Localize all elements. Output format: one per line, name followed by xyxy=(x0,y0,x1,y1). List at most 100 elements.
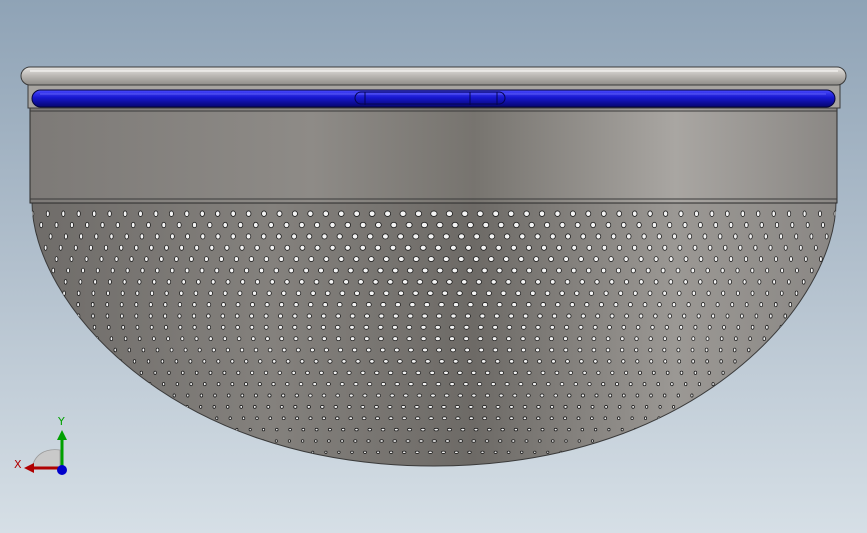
perforation-hole xyxy=(510,244,517,251)
perforation-hole xyxy=(683,279,688,285)
perforation-hole xyxy=(284,279,290,285)
perforation-hole xyxy=(216,359,221,364)
perforation-hole xyxy=(379,439,384,443)
perforation-hole xyxy=(164,324,168,330)
perforation-hole xyxy=(39,256,44,262)
perforation-hole xyxy=(679,370,684,375)
perforation-hole xyxy=(184,267,190,274)
perforation-hole xyxy=(638,313,644,319)
perforation-hole xyxy=(748,233,753,240)
perforation-hole xyxy=(149,244,154,251)
perforation-hole xyxy=(368,256,375,262)
perforation-hole xyxy=(431,279,438,285)
perforation-hole xyxy=(477,324,484,330)
perforation-hole xyxy=(241,416,246,420)
perforation-hole xyxy=(410,359,417,364)
perforation-hole xyxy=(596,370,601,375)
perforation-hole xyxy=(362,393,368,398)
perforation-hole xyxy=(353,382,359,387)
perforation-hole xyxy=(95,267,100,274)
perforation-hole xyxy=(492,210,500,217)
perforation-hole xyxy=(179,244,184,251)
perforation-hole xyxy=(79,233,84,240)
perforation-hole xyxy=(535,324,541,330)
perforation-hole xyxy=(436,347,443,353)
perforation-hole xyxy=(343,279,350,285)
perforation-hole xyxy=(192,324,197,330)
perforation-hole xyxy=(569,210,576,217)
perforation-hole xyxy=(701,302,706,308)
perforation-hole xyxy=(186,393,190,398)
perforation-hole xyxy=(747,347,751,353)
perforation-hole xyxy=(351,302,358,308)
perforation-hole xyxy=(619,347,625,353)
perforation-hole xyxy=(523,210,530,217)
perforation-hole xyxy=(651,221,657,229)
perforation-hole xyxy=(722,324,726,330)
perforation-hole xyxy=(54,221,59,229)
perforation-hole xyxy=(653,256,659,262)
perforation-hole xyxy=(397,233,404,240)
triad-plane-icon xyxy=(31,449,61,470)
perforation-hole xyxy=(267,347,273,353)
perforation-hole xyxy=(450,313,457,319)
perforation-hole xyxy=(214,267,220,274)
perforation-hole xyxy=(798,244,803,251)
perforation-hole xyxy=(421,313,428,319)
perforation-hole xyxy=(458,439,464,443)
perforation-hole xyxy=(237,290,243,296)
perforation-hole xyxy=(364,313,370,319)
perforation-hole xyxy=(670,382,674,387)
perforation-hole xyxy=(682,313,687,319)
perforation-hole xyxy=(308,416,313,420)
perforation-hole xyxy=(512,370,518,375)
perforation-hole xyxy=(152,336,156,342)
perforation-hole xyxy=(185,233,191,240)
perforation-hole xyxy=(567,427,571,432)
perforation-hole xyxy=(621,324,627,330)
perforation-hole xyxy=(76,302,80,308)
perforation-hole xyxy=(164,290,169,296)
perforation-hole xyxy=(144,256,149,262)
perforation-hole xyxy=(110,267,115,274)
perforation-hole xyxy=(717,233,723,240)
strainer-bowl-icon[interactable] xyxy=(0,0,867,533)
perforation-hole xyxy=(169,347,174,353)
perforation-hole xyxy=(416,393,423,398)
perforation-hole xyxy=(509,416,514,420)
perforation-hole xyxy=(518,382,524,387)
perforation-hole xyxy=(261,427,266,432)
graphics-viewport[interactable]: Y X xyxy=(0,0,867,533)
perforation-hole xyxy=(299,359,305,364)
perforation-hole xyxy=(347,267,354,274)
perforation-hole xyxy=(759,302,764,308)
perforation-hole xyxy=(672,405,676,409)
perforation-hole xyxy=(403,393,409,398)
perforation-hole xyxy=(321,416,326,420)
perforation-hole xyxy=(754,313,759,319)
perforation-hole xyxy=(438,302,445,308)
perforation-hole xyxy=(420,221,428,229)
y-axis-label: Y xyxy=(57,415,65,428)
perforation-hole xyxy=(623,256,629,262)
perforation-hole xyxy=(649,393,653,398)
perforation-hole xyxy=(540,427,545,432)
perforation-hole xyxy=(349,324,355,330)
perforation-hole xyxy=(106,290,110,296)
perforation-hole xyxy=(251,336,256,342)
perforation-hole xyxy=(412,233,420,240)
perforation-hole xyxy=(647,210,653,217)
perforation-hole xyxy=(467,221,474,229)
perforation-hole xyxy=(546,450,550,454)
perforation-hole xyxy=(73,244,78,251)
perforation-hole xyxy=(189,256,194,262)
perforation-hole xyxy=(78,279,83,285)
perforation-hole xyxy=(644,405,649,409)
perforation-hole xyxy=(51,267,55,274)
perforation-hole xyxy=(466,267,473,274)
perforation-hole xyxy=(564,279,571,285)
perforation-hole xyxy=(601,244,608,251)
perforation-hole xyxy=(390,221,398,229)
perforation-hole xyxy=(553,393,558,398)
perforation-hole xyxy=(383,290,390,296)
